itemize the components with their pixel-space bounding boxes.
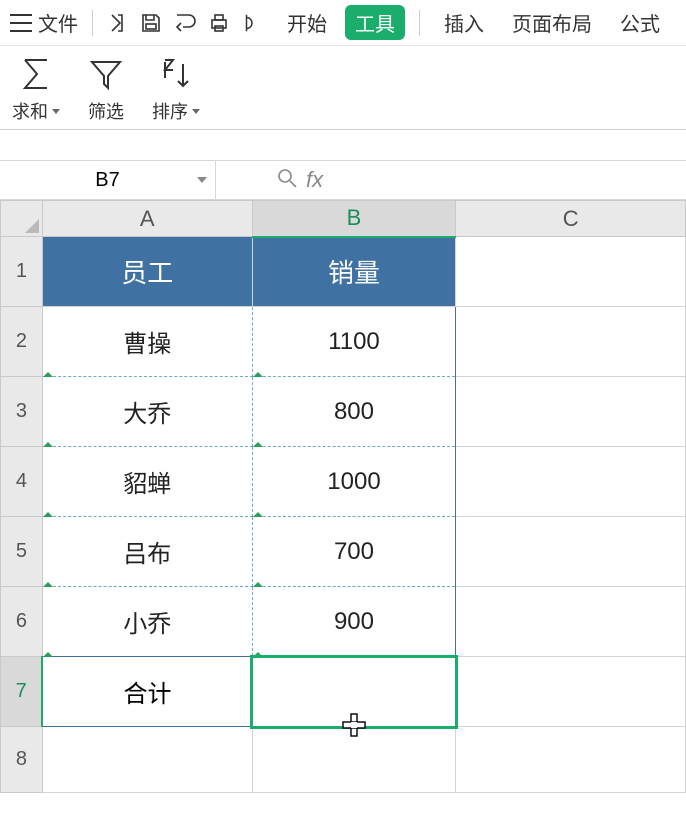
cell-A6[interactable]: 小乔 <box>42 587 252 657</box>
row-header-3[interactable]: 3 <box>1 377 43 447</box>
row-header-1[interactable]: 1 <box>1 237 43 307</box>
name-box-value: B7 <box>95 169 119 192</box>
dropdown-caret-icon <box>52 109 60 114</box>
col-header-C[interactable]: C <box>456 201 686 237</box>
cell-A8[interactable] <box>42 727 252 793</box>
row-header-2[interactable]: 2 <box>1 307 43 377</box>
ribbon: 求和 筛选 排序 <box>0 46 686 130</box>
fx-label: fx <box>306 167 323 193</box>
ribbon-sum-button[interactable]: 求和 <box>12 54 60 124</box>
col-header-B[interactable]: B <box>252 201 456 237</box>
cell-C7[interactable] <box>456 657 686 727</box>
row-header-6[interactable]: 6 <box>1 587 43 657</box>
cell-C4[interactable] <box>456 447 686 517</box>
qat-icon-1[interactable] <box>105 11 129 35</box>
col-header-A[interactable]: A <box>42 201 252 237</box>
ribbon-sort-button[interactable]: 排序 <box>152 54 200 124</box>
ribbon-tabs: 开始 工具 插入 页面布局 公式 <box>277 5 670 40</box>
cell-B3[interactable]: 800 <box>252 377 456 447</box>
formula-bar-row: B7 fx <box>0 160 686 200</box>
funnel-icon <box>88 54 124 94</box>
cell-C1[interactable] <box>456 237 686 307</box>
cell-A2[interactable]: 曹操 <box>42 307 252 377</box>
cell-A1[interactable]: 员工 <box>42 237 252 307</box>
menu-bar: 文件 开始 工具 <box>0 0 686 46</box>
cell-A7[interactable]: 合计 <box>42 657 252 727</box>
cell-B7[interactable] <box>252 657 456 727</box>
cell-B5[interactable]: 700 <box>252 517 456 587</box>
row-header-4[interactable]: 4 <box>1 447 43 517</box>
cell-A3[interactable]: 大乔 <box>42 377 252 447</box>
dropdown-caret-icon <box>197 177 207 183</box>
cell-B1[interactable]: 销量 <box>252 237 456 307</box>
tab-tools[interactable]: 工具 <box>345 5 405 40</box>
sort-icon <box>157 54 195 94</box>
print-icon[interactable] <box>207 11 231 35</box>
cell-A4[interactable]: 貂蝉 <box>42 447 252 517</box>
cell-C3[interactable] <box>456 377 686 447</box>
cell-C6[interactable] <box>456 587 686 657</box>
cell-B2[interactable]: 1100 <box>252 307 456 377</box>
cell-C8[interactable] <box>456 727 686 793</box>
tab-start[interactable]: 开始 <box>277 5 337 40</box>
tabs-divider <box>419 10 420 36</box>
undo-icon[interactable] <box>173 11 197 35</box>
sigma-icon <box>17 54 55 94</box>
cell-B4[interactable]: 1000 <box>252 447 456 517</box>
formula-bar[interactable]: fx <box>216 161 686 199</box>
cell-B6[interactable]: 900 <box>252 587 456 657</box>
ribbon-sort-label: 排序 <box>152 98 188 124</box>
row-header-7[interactable]: 7 <box>1 657 43 727</box>
hamburger-menu-icon[interactable] <box>10 14 32 32</box>
grid[interactable]: A B C 1 员工 销量 2 曹操 1100 3 大乔 800 4 貂蝉 10… <box>0 200 686 793</box>
save-icon[interactable] <box>139 11 163 35</box>
cell-B8[interactable] <box>252 727 456 793</box>
ribbon-sum-label: 求和 <box>12 98 48 124</box>
tab-page-layout[interactable]: 页面布局 <box>502 5 602 40</box>
row-header-8[interactable]: 8 <box>1 727 43 793</box>
quick-access-toolbar <box>105 11 263 35</box>
ribbon-filter-button[interactable]: 筛选 <box>88 54 124 124</box>
tab-formulas[interactable]: 公式 <box>610 5 670 40</box>
dropdown-caret-icon <box>192 109 200 114</box>
magnifier-icon <box>276 167 306 194</box>
tab-insert[interactable]: 插入 <box>434 5 494 40</box>
menu-divider <box>92 10 93 36</box>
cell-A5[interactable]: 吕布 <box>42 517 252 587</box>
file-menu[interactable]: 文件 <box>38 8 78 37</box>
cell-C2[interactable] <box>456 307 686 377</box>
select-all-corner[interactable] <box>1 201 43 237</box>
qat-icon-5[interactable] <box>241 11 263 35</box>
ribbon-filter-label: 筛选 <box>88 98 124 124</box>
cell-C5[interactable] <box>456 517 686 587</box>
name-box[interactable]: B7 <box>0 161 216 199</box>
row-header-5[interactable]: 5 <box>1 517 43 587</box>
